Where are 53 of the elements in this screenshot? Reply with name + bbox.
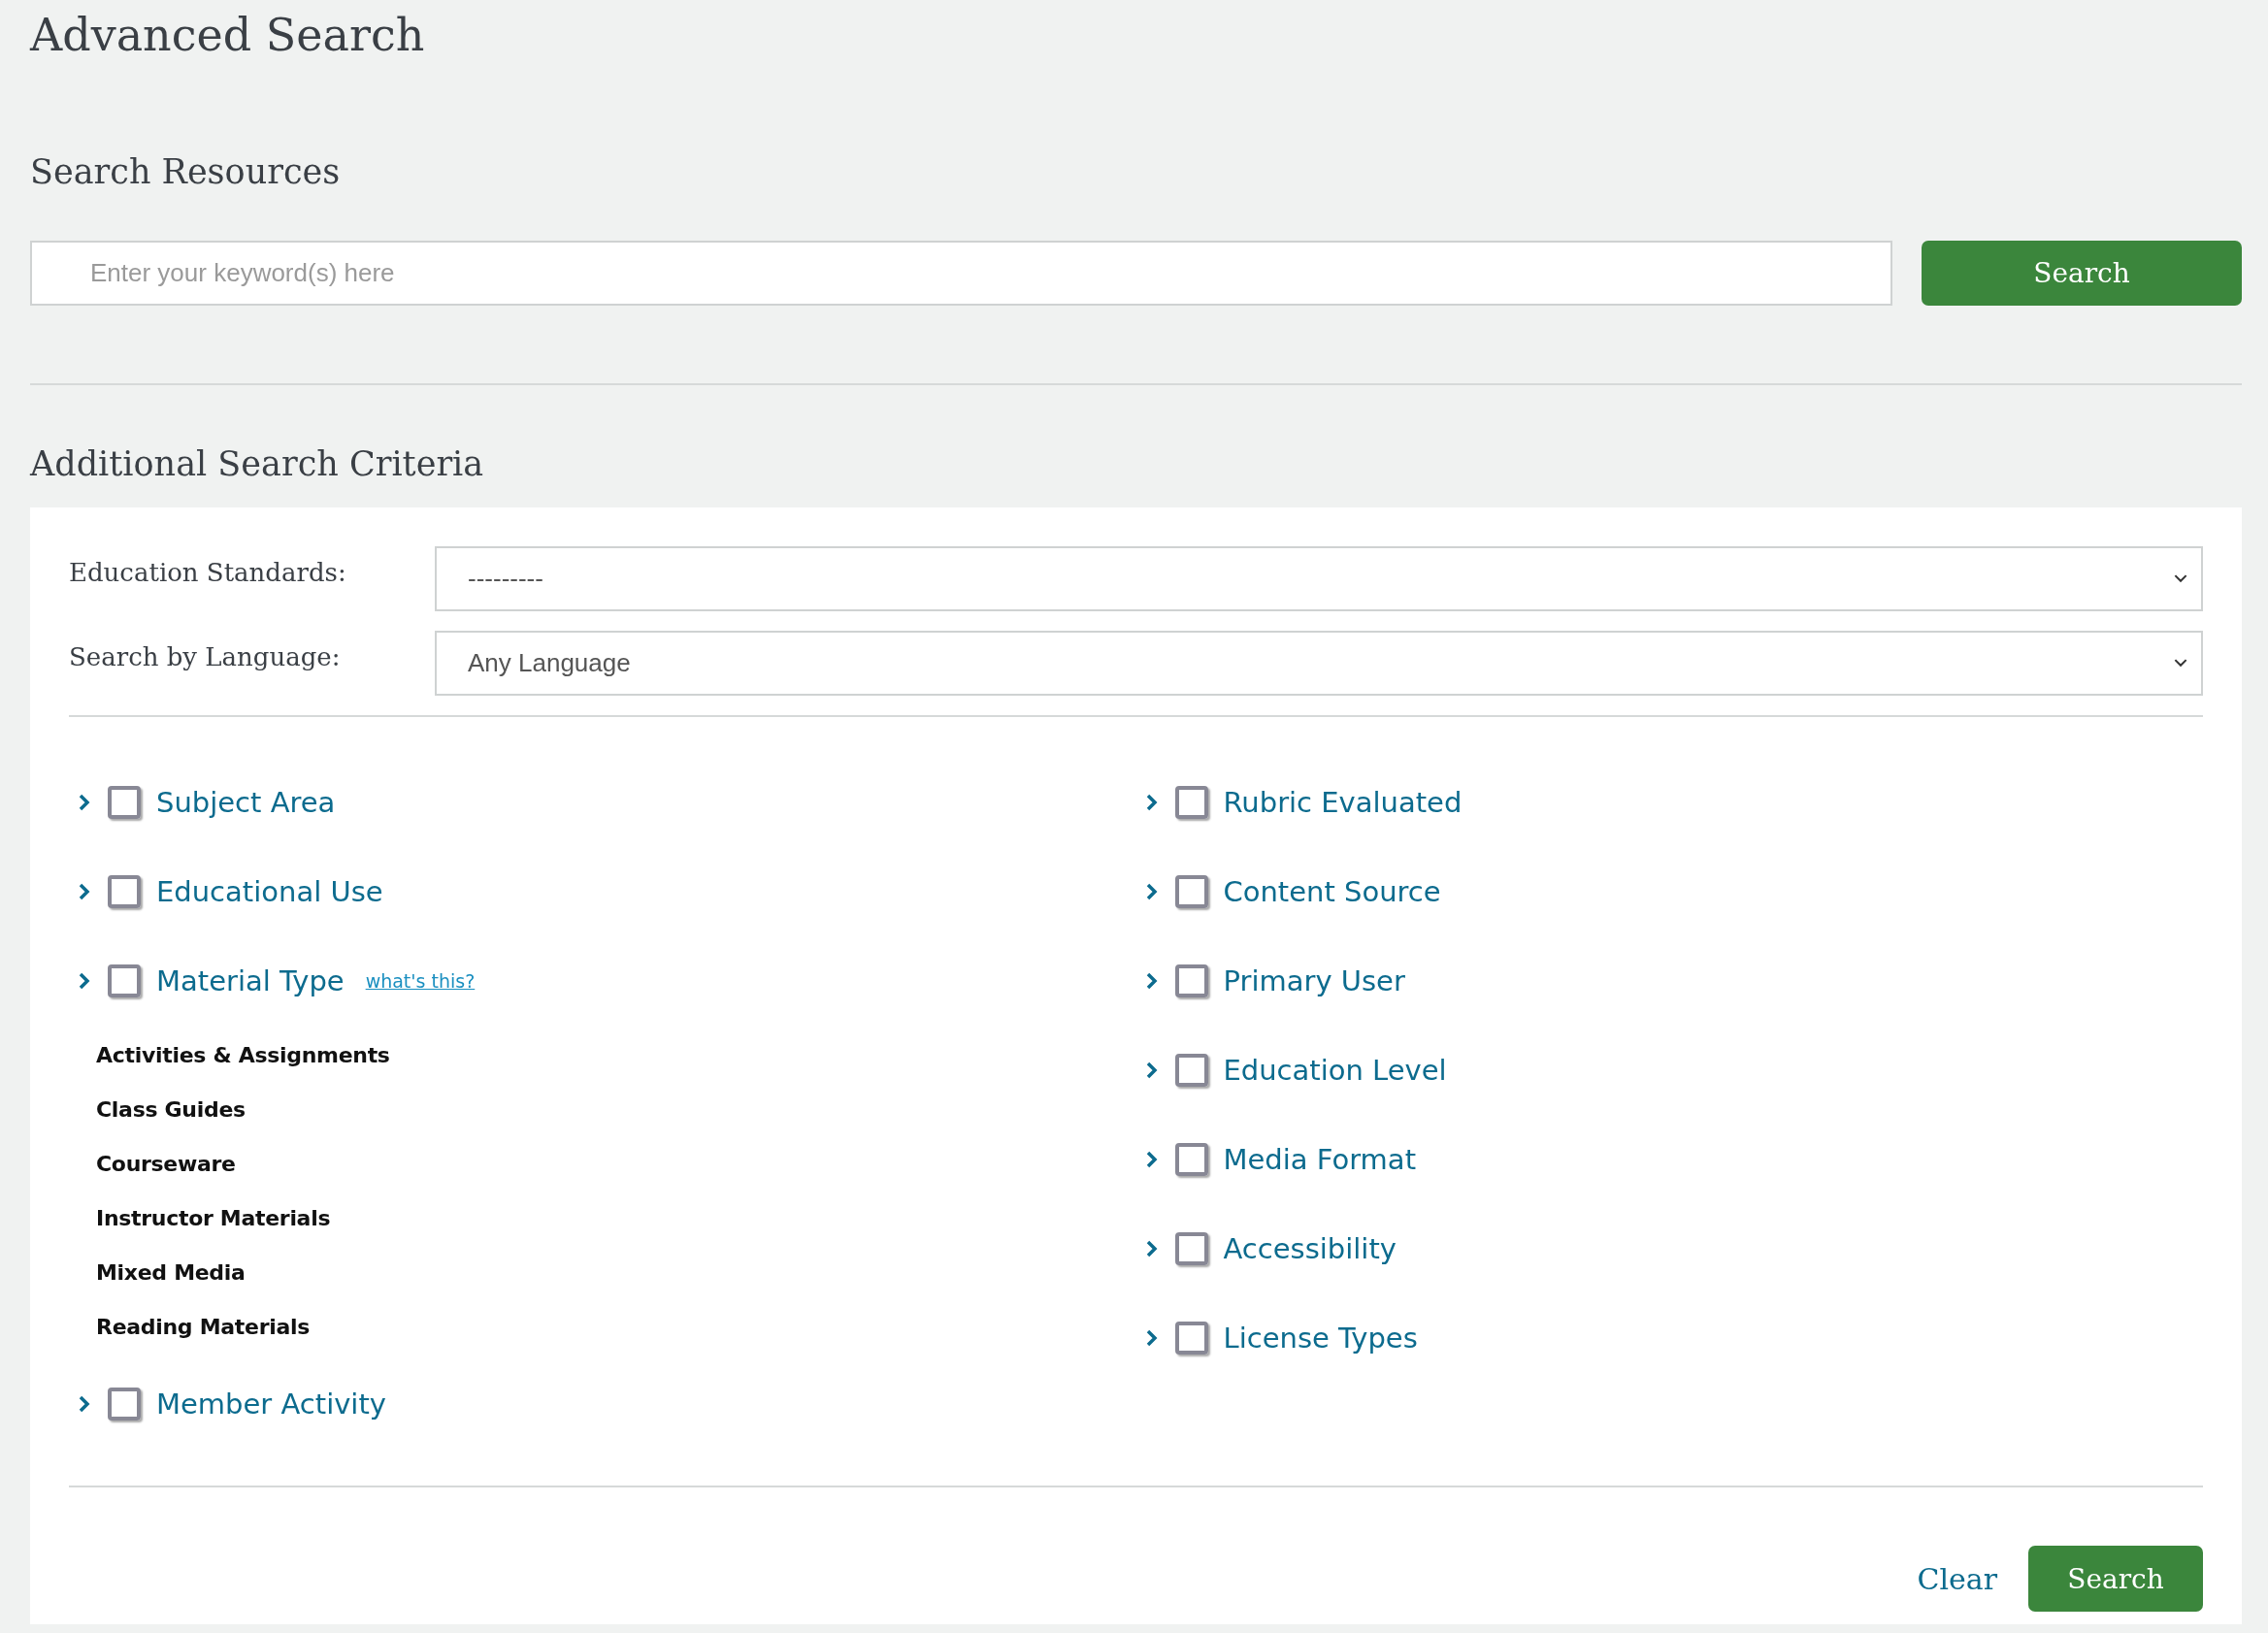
- filter-label[interactable]: Media Format: [1223, 1143, 1416, 1176]
- checkbox[interactable]: [1174, 875, 1208, 908]
- checkbox[interactable]: [1174, 1143, 1208, 1176]
- option-item[interactable]: Class Guides: [96, 1094, 1136, 1127]
- field-label: Search by Language:: [69, 641, 342, 671]
- checkbox[interactable]: [1174, 1322, 1208, 1355]
- option-item[interactable]: Courseware: [96, 1148, 1136, 1181]
- option-item[interactable]: Instructor Materials: [96, 1202, 1136, 1235]
- chevron-icon[interactable]: [1145, 1329, 1158, 1347]
- chevron-icon[interactable]: [79, 972, 90, 990]
- chevron-icon[interactable]: [1145, 1151, 1158, 1168]
- section-heading: Additional Search Criteria: [30, 443, 485, 485]
- checkbox[interactable]: [108, 964, 141, 997]
- filter-label[interactable]: Subject Area: [156, 786, 336, 819]
- chevron-icon[interactable]: [79, 1395, 90, 1413]
- filter-label[interactable]: Member Activity: [156, 1388, 386, 1421]
- filter-label[interactable]: Rubric Evaluated: [1223, 786, 1463, 819]
- dropdown-field[interactable]: Any Language: [435, 631, 2203, 696]
- help-link[interactable]: what's this?: [365, 970, 476, 992]
- keyword-field[interactable]: Enter your keyword(s) here: [30, 241, 1892, 306]
- chevron-icon[interactable]: [79, 794, 90, 811]
- chevron-icon[interactable]: [79, 883, 90, 900]
- chevron-icon[interactable]: [1145, 1240, 1158, 1257]
- option-item[interactable]: Activities & Assignments: [96, 1039, 1136, 1072]
- checkbox[interactable]: [1174, 1232, 1208, 1265]
- checkbox[interactable]: [108, 1388, 141, 1421]
- chevron-down-icon: [2174, 659, 2187, 668]
- filter-label[interactable]: Content Source: [1223, 875, 1441, 908]
- chevron-icon[interactable]: [1145, 1061, 1158, 1079]
- chevron-icon[interactable]: [1145, 972, 1158, 990]
- chevron-icon[interactable]: [1145, 794, 1158, 811]
- search-button[interactable]: Search: [1922, 241, 2242, 306]
- clear-link[interactable]: Clear: [1917, 1561, 1997, 1596]
- search-button[interactable]: Search: [2028, 1546, 2203, 1612]
- chevron-icon[interactable]: [1145, 883, 1158, 900]
- section-heading: Search Resources: [30, 151, 342, 193]
- field-label: Education Standards:: [69, 557, 347, 587]
- page-title: Advanced Search: [30, 8, 426, 62]
- option-item[interactable]: Mixed Media: [96, 1257, 1136, 1290]
- filter-label[interactable]: Educational Use: [156, 875, 383, 908]
- filter-label[interactable]: Education Level: [1223, 1054, 1447, 1087]
- dropdown-field[interactable]: ---------: [435, 546, 2203, 611]
- checkbox[interactable]: [108, 875, 141, 908]
- filter-label[interactable]: Material Type: [156, 964, 345, 997]
- chevron-down-icon: [2174, 574, 2187, 583]
- option-item[interactable]: Reading Materials: [96, 1311, 1136, 1344]
- checkbox[interactable]: [1174, 964, 1208, 997]
- checkbox[interactable]: [1174, 1054, 1208, 1087]
- filter-label[interactable]: Accessibility: [1223, 1232, 1397, 1265]
- checkbox[interactable]: [108, 786, 141, 819]
- filter-label[interactable]: License Types: [1223, 1322, 1418, 1355]
- filter-label[interactable]: Primary User: [1223, 964, 1405, 997]
- checkbox[interactable]: [1174, 786, 1208, 819]
